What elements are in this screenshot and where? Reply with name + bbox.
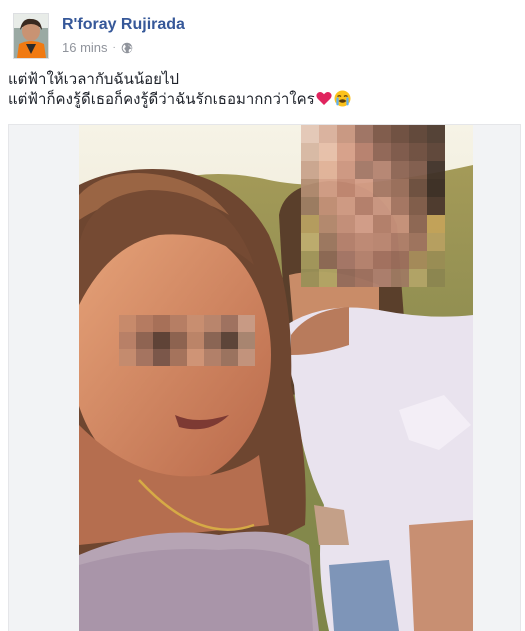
selfie-photo-image — [79, 125, 473, 631]
avatar-image — [14, 14, 48, 58]
facebook-post: R'foray Rujirada 16 mins · แต่ฟ้าให้เวลา… — [0, 0, 525, 631]
post-text-line-1: แต่ฟ้าให้เวลากับฉันน้อยไป — [8, 71, 180, 88]
post-text-line-2-text: แต่ฟ้าก็คงรู้ดีเธอก็คงรู้ดีว่าฉันรักเธอม… — [8, 91, 315, 108]
post-text-line-2: แต่ฟ้าก็คงรู้ดีเธอก็คงรู้ดีว่าฉันรักเธอม… — [8, 90, 513, 110]
blurred-face-friend — [301, 125, 445, 287]
meta-separator-dot: · — [112, 42, 116, 53]
post-timestamp[interactable]: 16 mins — [62, 40, 108, 55]
blurred-eyes-woman — [119, 315, 255, 366]
author-name-link[interactable]: R'foray Rujirada — [62, 16, 185, 34]
post-photo-container[interactable] — [8, 124, 521, 631]
post-meta: 16 mins · — [62, 40, 133, 55]
globe-icon[interactable] — [121, 42, 133, 54]
post-photo[interactable] — [79, 125, 473, 631]
post-text: แต่ฟ้าให้เวลากับฉันน้อยไป แต่ฟ้าก็คงรู้ด… — [8, 70, 513, 110]
heart-icon — [316, 92, 332, 105]
crying-face-icon — [334, 90, 351, 107]
author-avatar[interactable] — [13, 13, 49, 59]
